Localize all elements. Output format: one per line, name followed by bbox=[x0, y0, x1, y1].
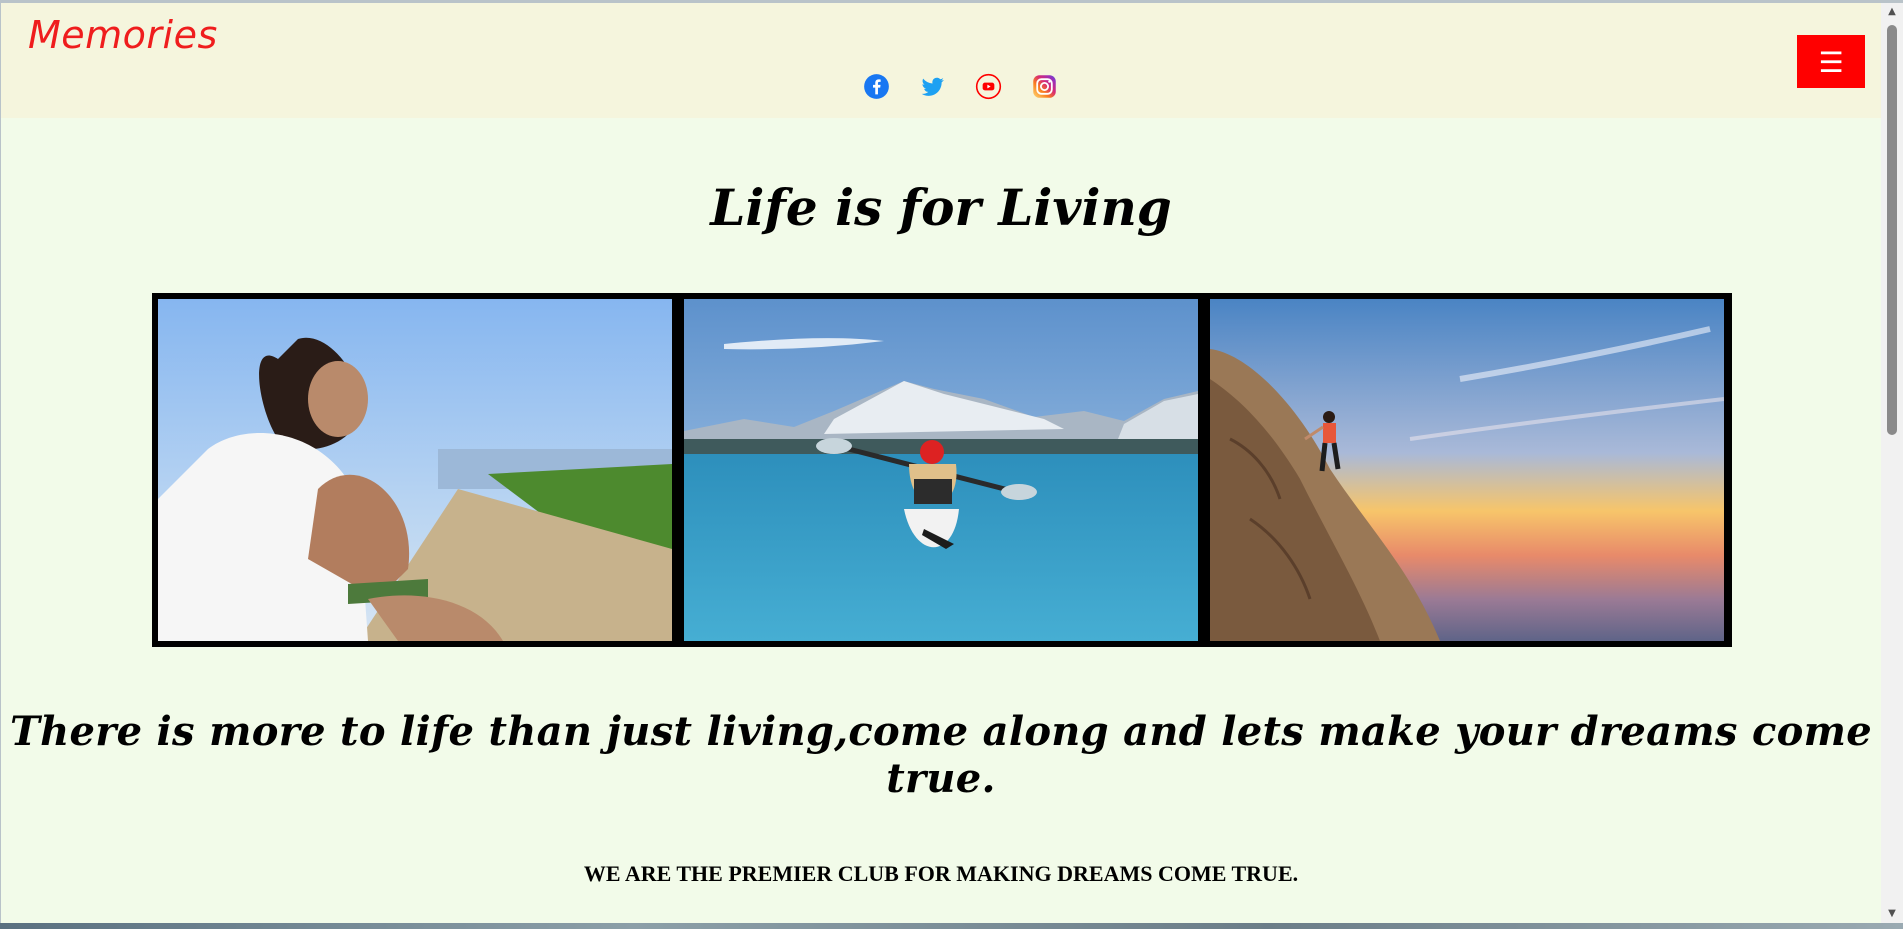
social-links bbox=[863, 73, 1058, 103]
scrollbar-thumb[interactable] bbox=[1887, 25, 1897, 435]
facebook-link[interactable] bbox=[863, 73, 890, 103]
menu-button[interactable]: ☰ bbox=[1797, 35, 1865, 88]
browser-viewport: Memories ☰ Life is for Living There is m… bbox=[0, 0, 1903, 929]
site-logo[interactable]: Memories bbox=[28, 13, 218, 57]
club-motto: WE ARE THE PREMIER CLUB FOR MAKING DREAM… bbox=[583, 861, 1299, 886]
youtube-icon bbox=[975, 73, 1002, 100]
facebook-icon bbox=[864, 74, 889, 99]
page-tagline: There is more to life than just living,c… bbox=[10, 708, 1872, 802]
page-headline: Life is for Living bbox=[710, 178, 1172, 237]
instagram-link[interactable] bbox=[1031, 73, 1058, 103]
photo-climber-at-sunset bbox=[1210, 299, 1724, 641]
scroll-up-arrow-icon[interactable]: ▲ bbox=[1881, 3, 1903, 21]
photo-kayaker-on-lake bbox=[684, 299, 1198, 641]
taskbar-edge bbox=[0, 923, 1903, 929]
hamburger-icon: ☰ bbox=[1818, 46, 1844, 79]
vertical-scrollbar[interactable]: ▲ ▼ bbox=[1881, 3, 1903, 923]
twitter-link[interactable] bbox=[919, 73, 946, 103]
instagram-icon bbox=[1033, 75, 1056, 98]
site-header: Memories ☰ bbox=[1, 3, 1881, 118]
twitter-icon bbox=[921, 77, 944, 96]
youtube-link[interactable] bbox=[975, 73, 1002, 103]
photo-woman-by-sea bbox=[158, 299, 672, 641]
page: Memories ☰ Life is for Living There is m… bbox=[1, 3, 1881, 923]
photo-gallery bbox=[152, 293, 1732, 647]
scroll-down-arrow-icon[interactable]: ▼ bbox=[1881, 905, 1903, 923]
